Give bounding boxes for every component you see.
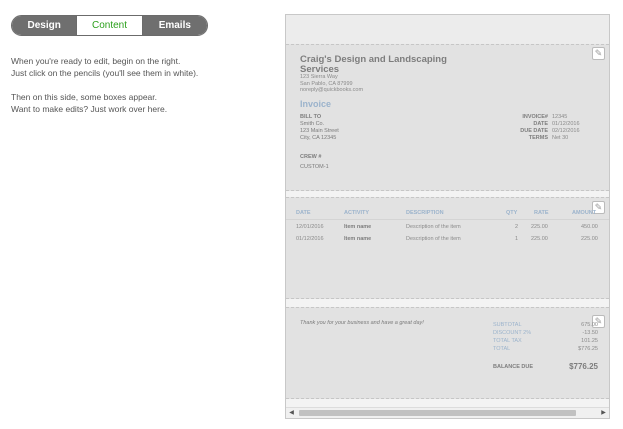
column-description: DESCRIPTION (406, 209, 444, 216)
table-header: DATE ACTIVITY DESCRIPTION QTY RATE AMOUN… (286, 206, 609, 220)
preview-top-strip (286, 15, 609, 44)
intro-line: Then on this side, some boxes appear. (11, 92, 158, 102)
intro-line: When you're ready to edit, begin on the … (11, 56, 181, 66)
balance-due-value: $776.25 (569, 362, 598, 371)
company-address: 123 Sierra Way San Pablo, CA 87999 norep… (300, 74, 363, 94)
total-value: $776.25 (578, 346, 598, 352)
meta-value: Net 30 (552, 135, 569, 141)
meta-row: INVOICE# 12345 (486, 114, 580, 121)
total-label: TOTAL TAX (493, 338, 522, 344)
custom-field: CUSTOM-1 (300, 164, 329, 170)
preview-viewport: ✎ Craig's Design and Landscaping Service… (286, 15, 609, 407)
bill-to-line: City, CA 12345 (300, 135, 337, 141)
intro-text: When you're ready to edit, begin on the … (11, 55, 271, 127)
total-row: TOTAL $776.25 (493, 345, 598, 353)
meta-row: TERMS Net 30 (486, 135, 580, 142)
intro-line: Want to make edits? Just work over here. (11, 104, 168, 114)
tab-group: Design Content Emails (11, 15, 208, 36)
meta-key: INVOICE# (522, 114, 548, 120)
column-activity: ACTIVITY (344, 209, 370, 216)
row-rate: 225.00 (531, 236, 548, 242)
row-activity: Item name (344, 224, 372, 230)
intro-paragraph-2: Then on this side, some boxes appear. Wa… (11, 91, 271, 115)
column-amount: AMOUNT (572, 209, 597, 216)
crew-label: CREW # (300, 154, 322, 160)
scrollbar-thumb[interactable] (299, 410, 576, 416)
pencil-icon[interactable]: ✎ (592, 47, 605, 60)
line-items-section[interactable]: ✎ DATE ACTIVITY DESCRIPTION QTY RATE AMO… (286, 197, 609, 299)
invoice-meta: INVOICE# 12345 DATE 01/12/2016 DUE DATE 02/… (486, 114, 580, 142)
tab-content[interactable]: Content (76, 16, 143, 35)
footer-section[interactable]: ✎ Thank you for your business and have a… (286, 307, 609, 399)
row-rate: 225.00 (531, 224, 548, 230)
balance-due-row: BALANCE DUE $776.25 (493, 363, 598, 371)
company-name: Craig's Design and Landscaping Services (300, 54, 447, 75)
row-amount: 450.00 (581, 224, 598, 230)
meta-value: 12345 (552, 114, 568, 120)
row-qty: 2 (515, 224, 519, 230)
tab-emails[interactable]: Emails (142, 16, 207, 35)
invoice-preview: ✎ Craig's Design and Landscaping Service… (285, 14, 610, 419)
header-section[interactable]: ✎ Craig's Design and Landscaping Service… (286, 44, 609, 191)
tab-design[interactable]: Design (12, 16, 77, 35)
row-date: 01/12/2016 (296, 236, 324, 242)
total-value: -13.50 (582, 330, 598, 336)
row-description: Description of the item (406, 224, 461, 230)
row-date: 12/01/2016 (296, 224, 324, 230)
total-value: 675.00 (581, 322, 598, 328)
total-value: 101.25 (581, 338, 598, 344)
row-amount: 225.00 (581, 236, 598, 242)
meta-row: DUE DATE 02/12/2016 (486, 128, 580, 135)
meta-row: DATE 01/12/2016 (486, 121, 580, 128)
intro-paragraph-1: When you're ready to edit, begin on the … (11, 55, 271, 79)
bill-to-line: 123 Main Street (300, 128, 339, 134)
row-qty: 1 (515, 236, 519, 242)
total-row: TOTAL TAX 101.25 (493, 337, 598, 345)
company-email: noreply@quickbooks.com (300, 87, 364, 93)
meta-value: 01/12/2016 (552, 121, 580, 127)
bill-to-label: BILL TO (300, 114, 322, 120)
meta-value: 02/12/2016 (552, 128, 580, 134)
row-description: Description of the item (406, 236, 461, 242)
invoice-title: Invoice (300, 99, 332, 109)
meta-key: TERMS (528, 135, 548, 141)
total-label: DISCOUNT 2% (493, 330, 532, 336)
meta-key: DATE (533, 121, 548, 127)
total-row: DISCOUNT 2% -13.50 (493, 329, 598, 337)
total-label: SUBTOTAL (493, 322, 522, 328)
column-qty: QTY (506, 209, 518, 216)
arrow-left-icon[interactable]: ◀ (286, 408, 297, 418)
total-label: TOTAL (493, 346, 511, 352)
column-date: DATE (296, 209, 311, 216)
thank-you-message: Thank you for your business and have a g… (300, 320, 424, 326)
row-activity: Item name (344, 236, 372, 242)
arrow-right-icon[interactable]: ▶ (598, 408, 609, 418)
meta-key: DUE DATE (520, 128, 548, 134)
intro-line: Just click on the pencils (you'll see th… (11, 68, 199, 78)
column-rate: RATE (534, 209, 549, 216)
bill-to-line: Smith Co. (300, 121, 325, 127)
totals-block: SUBTOTAL 675.00 DISCOUNT 2% -13.50 TOTAL T… (493, 321, 598, 371)
horizontal-scrollbar[interactable]: ◀ ▶ (286, 407, 609, 418)
balance-due-label: BALANCE DUE (493, 364, 534, 370)
total-row: SUBTOTAL 675.00 (493, 321, 598, 329)
